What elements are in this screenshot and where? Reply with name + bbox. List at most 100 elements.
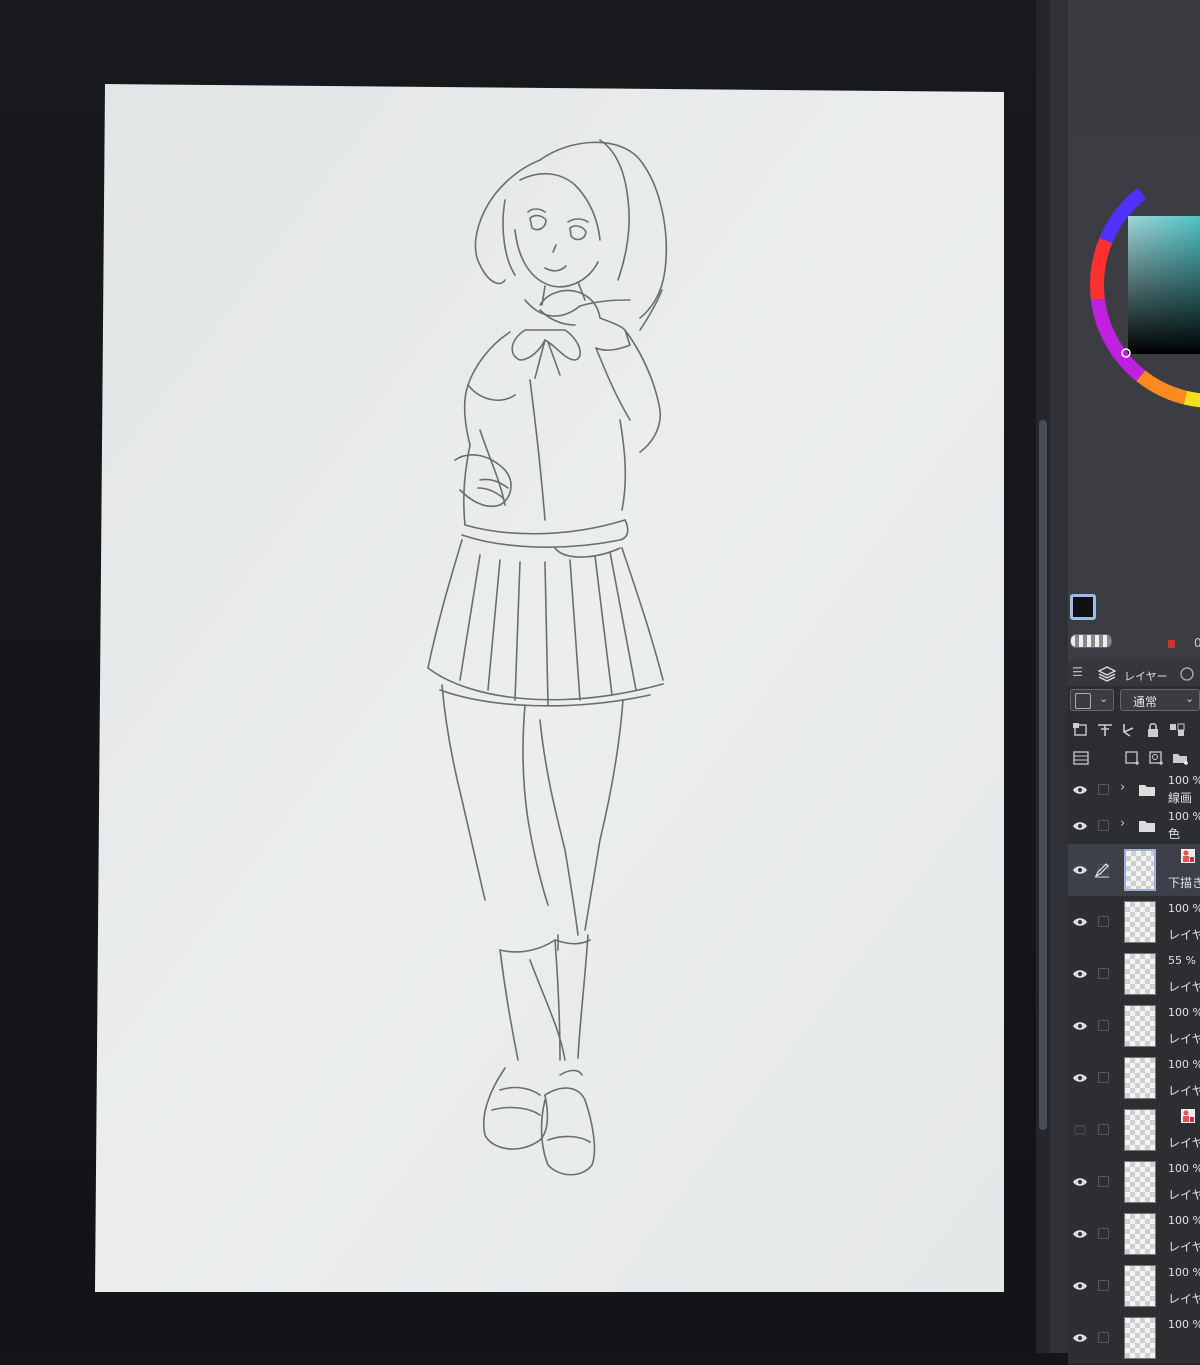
color-wheel[interactable]: [1068, 140, 1200, 590]
panel-menu-icon[interactable]: ☰: [1072, 665, 1083, 679]
main-color-swatch[interactable]: [1070, 594, 1096, 620]
clip-layer-icon[interactable]: [1072, 722, 1090, 738]
visibility-eye-icon[interactable]: [1072, 785, 1088, 795]
layer-row[interactable]: 100 % レイヤー: [1068, 1156, 1200, 1209]
layer-name[interactable]: 線画: [1168, 789, 1192, 806]
chevron-down-icon: ⌄: [1185, 692, 1195, 705]
layer-opacity: 100 %: [1168, 1266, 1200, 1279]
canvas-workspace[interactable]: [0, 0, 1036, 1353]
visibility-eye-icon[interactable]: [1072, 1229, 1088, 1239]
visibility-eye-icon[interactable]: [1072, 969, 1088, 979]
layer-property-tab-icon[interactable]: [1178, 666, 1196, 682]
layer-thumbnail[interactable]: [1124, 1161, 1156, 1203]
draft-layer-icon[interactable]: [1120, 722, 1138, 738]
layer-thumbnail[interactable]: [1124, 849, 1156, 891]
layer-name[interactable]: レイヤー: [1168, 1030, 1200, 1047]
saturation-value-shade: [1128, 216, 1200, 354]
edit-pen-icon: [1094, 863, 1109, 878]
vertical-scrollbar[interactable]: [1036, 0, 1050, 1353]
lock-transparent-icon[interactable]: [1168, 722, 1186, 738]
visibility-eye-icon[interactable]: [1072, 1281, 1088, 1291]
red-indicator: [1168, 640, 1175, 648]
drawing-canvas[interactable]: [0, 0, 1036, 1353]
layer-folder-row[interactable]: › 100 % 線画: [1068, 772, 1200, 809]
layer-name[interactable]: レイヤー: [1168, 978, 1200, 995]
layer-lock-toggle[interactable]: [1098, 1280, 1109, 1291]
layer-tool-row-1: [1068, 716, 1200, 744]
chevron-right-icon[interactable]: ›: [1120, 780, 1125, 795]
lock-icon[interactable]: [1144, 722, 1162, 738]
chevron-right-icon[interactable]: ›: [1120, 816, 1125, 831]
layer-name[interactable]: レイヤー: [1168, 926, 1200, 943]
layer-row[interactable]: 100 %: [1068, 1312, 1200, 1365]
layer-lock-toggle[interactable]: [1098, 1072, 1109, 1083]
layer-name[interactable]: レイヤー: [1168, 1290, 1200, 1307]
scrollbar-thumb[interactable]: [1039, 420, 1047, 1130]
new-vector-layer-icon[interactable]: [1148, 750, 1166, 766]
new-raster-layer-icon[interactable]: [1124, 750, 1142, 766]
new-folder-icon[interactable]: [1172, 750, 1190, 766]
visibility-eye-icon[interactable]: [1072, 1177, 1088, 1187]
layer-opacity: 100 %: [1168, 1318, 1200, 1331]
layer-thumbnail[interactable]: [1124, 1005, 1156, 1047]
visibility-eye-icon[interactable]: [1072, 1021, 1088, 1031]
layer-name[interactable]: レイヤー: [1168, 1134, 1200, 1151]
layer-name[interactable]: 色: [1168, 825, 1180, 842]
visibility-eye-icon[interactable]: [1072, 865, 1088, 875]
layer-row[interactable]: 100 % レイヤー: [1068, 896, 1200, 949]
tab-layer[interactable]: レイヤー: [1124, 668, 1168, 684]
color-swatch-area: 0: [1068, 590, 1200, 660]
layer-thumbnail[interactable]: [1124, 1213, 1156, 1255]
layer-tool-row-2: [1068, 744, 1200, 773]
layer-row[interactable]: レイヤー: [1068, 1104, 1200, 1157]
layer-name[interactable]: レイヤー: [1168, 1186, 1200, 1203]
folder-icon: [1139, 785, 1155, 796]
layer-lock-toggle[interactable]: [1098, 1176, 1109, 1187]
chevron-down-icon: ⌄: [1099, 692, 1109, 705]
layer-name[interactable]: レイヤー: [1168, 1238, 1200, 1255]
layer-row[interactable]: 100 % レイヤー: [1068, 1208, 1200, 1261]
reference-icon: [1181, 849, 1195, 863]
blend-mode-dropdown[interactable]: 通常 ⌄: [1120, 689, 1200, 711]
layer-lock-toggle[interactable]: [1098, 916, 1109, 927]
layer-folder-row[interactable]: › 100 % 色: [1068, 808, 1200, 845]
layer-thumbnail[interactable]: [1124, 1109, 1156, 1151]
visibility-eye-icon[interactable]: [1072, 1073, 1088, 1083]
layer-panel: ☰ レイヤー ⌄ 通常 ⌄ › 100 % 線画 › 100 % 色 下描き 1…: [1068, 660, 1200, 1365]
layer-opacity: 100 %: [1168, 1058, 1200, 1071]
layer-list: ›100 %線画›100 %色下描き100 %レイヤー55 %レイヤー100 %…: [1068, 772, 1200, 1365]
layer-name[interactable]: 下描き: [1168, 874, 1200, 891]
layer-lock-toggle[interactable]: [1098, 784, 1109, 795]
reference-layer-icon[interactable]: [1096, 722, 1114, 738]
layer-lock-toggle[interactable]: [1098, 1228, 1109, 1239]
layer-opacity: 100 %: [1168, 774, 1200, 787]
layer-name[interactable]: レイヤー: [1168, 1082, 1200, 1099]
layer-row[interactable]: 100 % レイヤー: [1068, 1000, 1200, 1053]
layer-row[interactable]: 100 % レイヤー: [1068, 1260, 1200, 1313]
visibility-eye-icon[interactable]: [1072, 1333, 1088, 1343]
visibility-eye-icon[interactable]: [1072, 917, 1088, 927]
layer-thumbnail[interactable]: [1124, 901, 1156, 943]
layer-lock-toggle[interactable]: [1098, 820, 1109, 831]
layer-row[interactable]: 100 % レイヤー: [1068, 1052, 1200, 1105]
layer-thumbnail[interactable]: [1124, 953, 1156, 995]
visibility-eye-icon[interactable]: [1072, 1125, 1088, 1135]
layer-lock-toggle[interactable]: [1098, 1020, 1109, 1031]
layer-list-icon[interactable]: [1072, 750, 1090, 766]
layer-lock-toggle[interactable]: [1098, 968, 1109, 979]
right-side-panel: 0 ☰ レイヤー ⌄ 通常 ⌄ › 100 % 線画 › 100 % 色 下描き…: [1050, 0, 1200, 1365]
layer-thumbnail[interactable]: [1124, 1057, 1156, 1099]
layer-color-dropdown[interactable]: ⌄: [1070, 689, 1114, 711]
transparent-color-swatch[interactable]: [1070, 634, 1112, 648]
layers-icon: [1098, 666, 1116, 682]
reference-icon: [1181, 1109, 1195, 1123]
layer-row[interactable]: 55 % レイヤー: [1068, 948, 1200, 1001]
layer-row[interactable]: 下描き: [1068, 844, 1200, 897]
layer-lock-toggle[interactable]: [1098, 1332, 1109, 1343]
layer-tab-bar: ☰ レイヤー: [1068, 660, 1200, 686]
layer-lock-toggle[interactable]: [1098, 1124, 1109, 1135]
layer-thumbnail[interactable]: [1124, 1265, 1156, 1307]
visibility-eye-icon[interactable]: [1072, 821, 1088, 831]
paper-sheet[interactable]: [95, 84, 1004, 1292]
layer-opacity: 100 %: [1168, 810, 1200, 823]
